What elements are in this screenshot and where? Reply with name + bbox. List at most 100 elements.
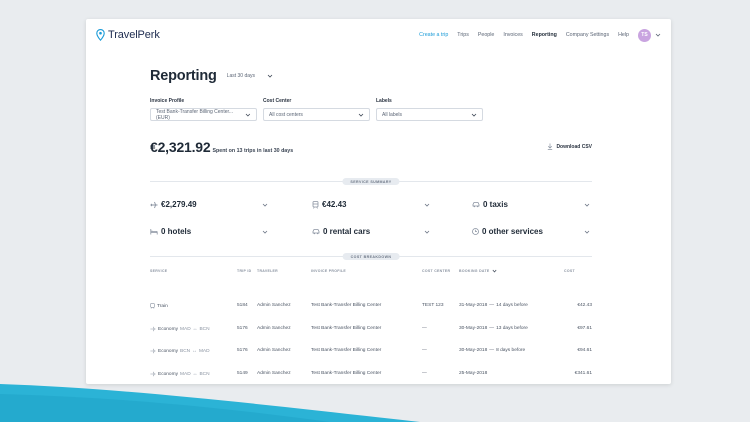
cost-breakdown-heading: COST BREAKDOWN — [342, 253, 400, 260]
plane-icon — [150, 201, 158, 208]
service-value: 0 other services — [482, 227, 543, 236]
avatar[interactable]: TS — [638, 28, 651, 42]
service-rental-cars[interactable]: 0 rental cars — [312, 227, 430, 236]
days-before: 13 days before — [496, 326, 528, 331]
decorative-wave — [0, 384, 420, 422]
route-origin: MAD — [180, 326, 191, 332]
app-window: TravelPerk Create a trip Trips People In… — [86, 19, 671, 384]
service-summary-heading: SERVICE SUMMARY — [342, 178, 400, 185]
column-header[interactable]: COST CENTER — [422, 269, 450, 273]
route-arrow: ↔ — [192, 348, 197, 354]
pin-icon — [96, 29, 105, 41]
table-row-service[interactable]: Economy MAD ↔ BCN — [150, 326, 210, 332]
trip-id-cell: 5149 — [237, 371, 248, 376]
traveler-cell: Admin Sanchez — [257, 348, 291, 353]
download-icon — [548, 143, 553, 150]
nav-reporting[interactable]: Reporting — [532, 32, 557, 38]
cost-center-cell: — — [422, 326, 427, 331]
traveler-cell: Admin Sanchez — [257, 326, 291, 331]
chevron-down-icon — [245, 113, 251, 117]
table-row-service[interactable]: Train — [150, 303, 168, 309]
train-icon — [312, 200, 319, 209]
nav-people[interactable]: People — [478, 32, 495, 38]
sort-down-icon — [492, 269, 497, 273]
chevron-down-icon — [584, 230, 590, 234]
route-arrow: ↔ — [192, 326, 198, 332]
column-header[interactable]: TRIP ID — [237, 269, 251, 273]
days-before: 14 days before — [496, 303, 528, 308]
booking-date: 30-May-2018 — [459, 326, 488, 331]
top-navigation: TravelPerk Create a trip Trips People In… — [86, 19, 671, 51]
period-dropdown[interactable]: Last 30 days — [227, 73, 273, 79]
service-other[interactable]: 0 other services — [472, 227, 590, 236]
booking-date-cell: 30-May-2018—8 days before — [459, 348, 525, 353]
column-header[interactable]: TRAVELER — [257, 269, 278, 273]
cost-cell: €42.43 — [577, 303, 592, 308]
booking-date-header[interactable]: BOOKING DATE — [459, 269, 497, 273]
service-value: €2,279.49 — [161, 200, 197, 209]
cost-center-select[interactable]: All cost centers — [263, 108, 370, 121]
chevron-down-icon — [471, 113, 477, 117]
plane-icon — [150, 326, 156, 332]
column-header[interactable]: INVOICE PROFILE — [311, 269, 346, 273]
chevron-down-icon — [424, 203, 430, 207]
total-subtitle: Spent on 13 trips in last 30 days — [212, 148, 294, 154]
service-name: Economy — [158, 326, 178, 332]
booking-date-cell: 31-May-2018—14 days before — [459, 303, 528, 308]
invoice-profile-select[interactable]: Test Bank-Transfer Billing Center... (EU… — [150, 108, 257, 121]
dash: — — [489, 303, 495, 308]
service-name: Economy — [158, 348, 178, 354]
invoice-profile-cell: Test Bank-Transfer Billing Center — [311, 348, 382, 353]
column-header[interactable]: COST — [564, 269, 575, 273]
route-destination: MAD — [198, 348, 210, 354]
table-row-service[interactable]: Economy BCN ↔ MAD — [150, 348, 210, 354]
dash: — — [489, 348, 495, 353]
route-destination: BCN — [199, 371, 210, 377]
plane-icon — [150, 371, 156, 377]
booking-date: 25-May-2018 — [459, 371, 488, 376]
column-header[interactable]: SERVICE — [150, 269, 167, 273]
page-title: Reporting — [150, 68, 217, 84]
filter-label: Cost Center — [263, 98, 292, 104]
service-name: Economy — [158, 371, 178, 377]
labels-select[interactable]: All labels — [376, 108, 483, 121]
route-arrow: ↔ — [192, 371, 198, 377]
nav-company-settings[interactable]: Company Settings — [566, 32, 609, 38]
chevron-down-icon — [262, 203, 268, 207]
service-value: 0 hotels — [161, 227, 192, 236]
chevron-down-icon — [584, 203, 590, 207]
booking-date-cell: 30-May-2018—13 days before — [459, 326, 528, 331]
nav-trips[interactable]: Trips — [457, 32, 469, 38]
invoice-profile-cell: Test Bank-Transfer Billing Center — [311, 371, 382, 376]
service-name: Train — [157, 303, 168, 309]
nav-invoices[interactable]: Invoices — [503, 32, 522, 38]
service-taxis[interactable]: 0 taxis — [472, 200, 590, 209]
labels-filter: Labels All labels — [376, 98, 483, 121]
nav-help[interactable]: Help — [618, 32, 629, 38]
chevron-down-icon — [262, 230, 268, 234]
download-csv-button[interactable]: Download CSV — [547, 143, 592, 150]
period-label: Last 30 days — [226, 73, 256, 79]
chevron-down-icon[interactable] — [655, 32, 661, 38]
download-label: Download CSV — [556, 143, 592, 150]
select-value: Test Bank-Transfer Billing Center... (EU… — [156, 108, 234, 121]
filter-label: Invoice Profile — [150, 98, 185, 104]
train-icon — [150, 303, 155, 309]
service-trains[interactable]: €42.43 — [312, 200, 430, 209]
cost-center-cell: — — [422, 371, 427, 376]
plane-icon — [150, 348, 156, 354]
nav-menu: Create a trip Trips People Invoices Repo… — [410, 28, 661, 42]
traveler-cell: Admin Sanchez — [257, 303, 291, 308]
travelperk-logo[interactable]: TravelPerk — [96, 29, 160, 41]
hotel-icon — [150, 229, 158, 235]
dash: — — [489, 326, 495, 331]
taxi-icon — [472, 202, 480, 208]
booking-date: 31-May-2018 — [459, 303, 488, 308]
service-flights[interactable]: €2,279.49 — [150, 200, 268, 209]
invoice-profile-cell: Test Bank-Transfer Billing Center — [311, 303, 382, 308]
table-row-service[interactable]: Economy MAD ↔ BCN — [150, 371, 210, 377]
service-hotels[interactable]: 0 hotels — [150, 227, 268, 236]
other-services-icon — [472, 228, 479, 235]
cost-center-cell: — — [422, 348, 427, 353]
nav-create-trip[interactable]: Create a trip — [419, 32, 448, 38]
